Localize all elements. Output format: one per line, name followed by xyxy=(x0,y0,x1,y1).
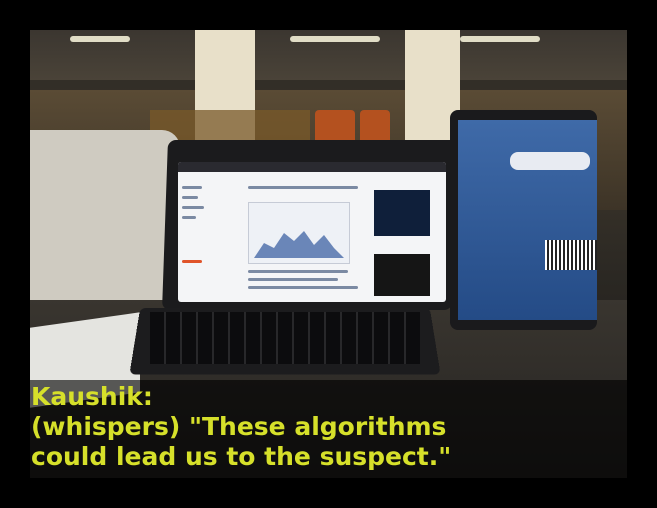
sidebar-line xyxy=(182,206,204,209)
keyboard-keys xyxy=(150,312,420,364)
sidebar-line xyxy=(182,216,196,219)
ceiling-light xyxy=(70,36,130,42)
tablet-search-bar xyxy=(510,152,590,170)
subtitle-caption: Kaushik: (whispers) "These algorithms co… xyxy=(31,382,621,472)
text-line xyxy=(248,278,338,281)
caption-line: (whispers) "These algorithms xyxy=(31,412,447,441)
frame: Kaushik: (whispers) "These algorithms co… xyxy=(0,0,657,508)
page-heading-line xyxy=(248,186,358,189)
text-line xyxy=(248,286,358,289)
screen-ad xyxy=(374,190,430,236)
sidebar-badge xyxy=(182,260,202,263)
caption-line: could lead us to the suspect." xyxy=(31,442,452,471)
caption-speaker: Kaushik: xyxy=(31,382,153,411)
sidebar-line xyxy=(182,186,202,189)
chart-area-shape xyxy=(254,231,344,258)
sidebar-line xyxy=(182,196,198,199)
laptop-screen xyxy=(178,162,446,302)
barcode xyxy=(545,240,597,270)
ceiling-light xyxy=(290,36,380,42)
screen-chart xyxy=(248,202,350,264)
browser-tab-bar xyxy=(178,162,446,172)
tablet-screen xyxy=(458,120,597,320)
page-sidebar xyxy=(182,180,208,290)
ceiling-light xyxy=(460,36,540,42)
screen-ad xyxy=(374,254,430,296)
text-line xyxy=(248,270,348,273)
